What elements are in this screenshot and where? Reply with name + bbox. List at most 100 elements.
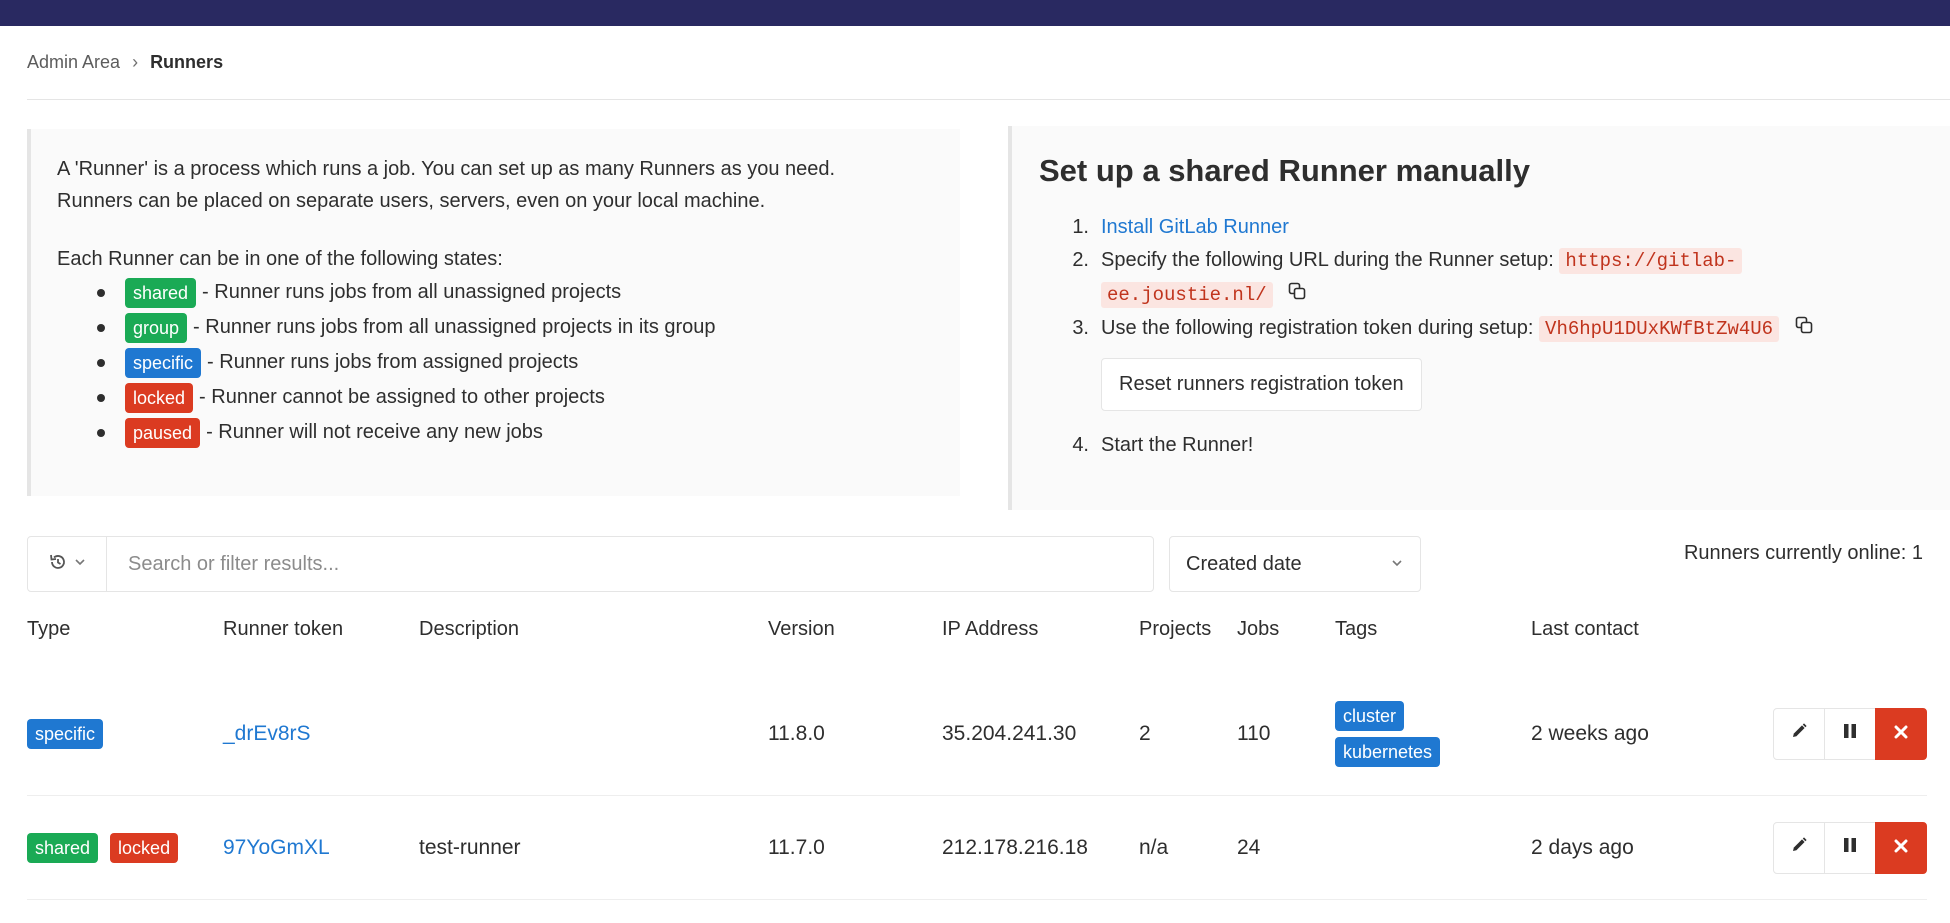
copy-icon[interactable] [1795,312,1813,345]
runner-version: 11.7.0 [768,835,825,859]
setup-step: 2. Specify the following URL during the … [1039,244,1950,312]
edit-runner-button[interactable] [1773,821,1825,874]
filter-bar [27,536,1154,592]
setup-title: Set up a shared Runner manually [1039,153,1530,188]
column-header-type: Type [27,618,71,640]
close-icon [1893,836,1909,860]
column-header-ip: IP Address [942,618,1039,640]
runner-description: test-runner [419,835,521,859]
step-number: 2. [1072,249,1089,271]
history-icon [48,552,68,577]
bullet-icon [97,288,105,297]
state-item: shared - Runner runs jobs from all unass… [97,275,960,310]
state-item: paused - Runner will not receive any new… [97,415,960,450]
tag-badge: cluster [1335,700,1405,731]
specific-badge: specific [27,718,104,749]
state-item: locked - Runner cannot be assigned to ot… [97,380,960,415]
bullet-icon [97,428,105,437]
breadcrumb-admin-area[interactable]: Admin Area [27,52,120,73]
runner-projects: n/a [1139,835,1169,859]
runner-ip: 35.204.241.30 [942,721,1077,745]
pause-icon [1841,722,1859,746]
install-runner-link[interactable]: Install GitLab Runner [1101,216,1289,238]
column-header-tags: Tags [1335,618,1378,640]
sort-dropdown[interactable]: Created date [1169,536,1421,592]
runner-token-link[interactable]: _drEv8rS [223,722,311,746]
table-row: specific _drEv8rS 11.8.0 35.204.241.30 2… [27,672,1927,796]
setup-step: 3. Use the following registration token … [1039,312,1950,346]
step-number: 3. [1072,317,1089,339]
edit-runner-button[interactable] [1773,707,1825,760]
locked-badge: locked [110,832,179,863]
group-badge: group [125,312,188,343]
column-header-token: Runner token [223,618,344,640]
pencil-icon [1790,836,1808,860]
sort-value: Created date [1186,552,1302,575]
runner-token-cell: _drEv8rS [223,672,311,795]
column-header-jobs: Jobs [1237,618,1280,640]
step-text: Specify the following URL during the Run… [1101,249,1554,271]
column-header-description: Description [419,618,520,640]
runners-online-count: Runners currently online: 1 [1683,542,1923,564]
step-text: Use the following registration token dur… [1101,317,1534,339]
registration-token: Vh6hpU1DUxKWfBtZw4U6 [1539,316,1780,342]
row-actions [1773,672,1927,795]
runner-url-continued: ee.joustie.nl/ [1101,282,1273,308]
chevron-down-icon [1390,553,1404,576]
state-item: group - Runner runs jobs from all unassi… [97,310,960,345]
runner-url: https://gitlab- [1559,248,1743,274]
tag-badge: kubernetes [1335,736,1441,767]
pencil-icon [1790,722,1808,746]
top-navbar [0,0,1950,26]
runner-type-cell: specific [27,672,109,795]
shared-badge: shared [125,277,197,308]
runner-last-contact: 2 weeks ago [1531,721,1649,745]
states-intro: Each Runner can be in one of the followi… [57,248,503,270]
table-row: shared locked 97YoGmXL test-runner 11.7.… [27,796,1927,900]
close-icon [1893,722,1909,746]
runner-token-cell: 97YoGmXL [223,796,330,899]
search-input[interactable] [107,537,1153,591]
recent-searches-button[interactable] [28,537,107,591]
bullet-icon [97,323,105,332]
step-number: 4. [1072,434,1089,456]
copy-icon[interactable] [1288,278,1306,311]
paused-badge: paused [125,417,201,448]
state-description: - Runner runs jobs from all unassigned p… [193,316,716,338]
bullet-icon [97,393,105,402]
runner-projects: 2 [1139,721,1151,745]
shared-badge: shared [27,832,99,863]
state-description: - Runner cannot be assigned to other pro… [199,386,605,408]
pause-icon [1841,836,1859,860]
reset-token-button[interactable]: Reset runners registration token [1101,358,1422,411]
runner-ip: 212.178.216.18 [942,835,1088,859]
state-description: - Runner runs jobs from all unassigned p… [202,281,622,303]
chevron-down-icon [74,555,86,573]
state-description: - Runner runs jobs from assigned project… [207,351,579,373]
row-actions [1773,796,1927,899]
runner-info-panel: A 'Runner' is a process which runs a job… [27,129,960,496]
setup-runner-panel: Set up a shared Runner manually 1. Insta… [1008,126,1950,510]
chevron-right-icon: › [132,52,139,72]
runner-token-link[interactable]: 97YoGmXL [223,836,330,860]
breadcrumb-divider [27,99,1950,100]
breadcrumb: Admin Area › Runners [27,52,223,73]
runner-jobs: 24 [1237,835,1261,859]
intro-line-2: Runners can be placed on separate users,… [57,190,766,212]
breadcrumb-current: Runners [150,52,224,72]
step-text: Start the Runner! [1101,434,1254,456]
pause-runner-button[interactable] [1824,707,1876,760]
remove-runner-button[interactable] [1875,821,1927,874]
runner-jobs: 110 [1237,721,1271,745]
column-header-version: Version [768,618,835,640]
runner-last-contact: 2 days ago [1531,835,1634,859]
states-list: shared - Runner runs jobs from all unass… [57,275,960,450]
remove-runner-button[interactable] [1875,707,1927,760]
column-header-projects: Projects [1139,618,1212,640]
column-header-last-contact: Last contact [1531,618,1639,640]
pause-runner-button[interactable] [1824,821,1876,874]
setup-steps: 1. Install GitLab Runner 2. Specify the … [1039,211,1950,346]
setup-steps-final: 4. Start the Runner! [1039,429,1950,462]
runner-tags: cluster kubernetes [1335,672,1446,795]
bullet-icon [97,358,105,367]
